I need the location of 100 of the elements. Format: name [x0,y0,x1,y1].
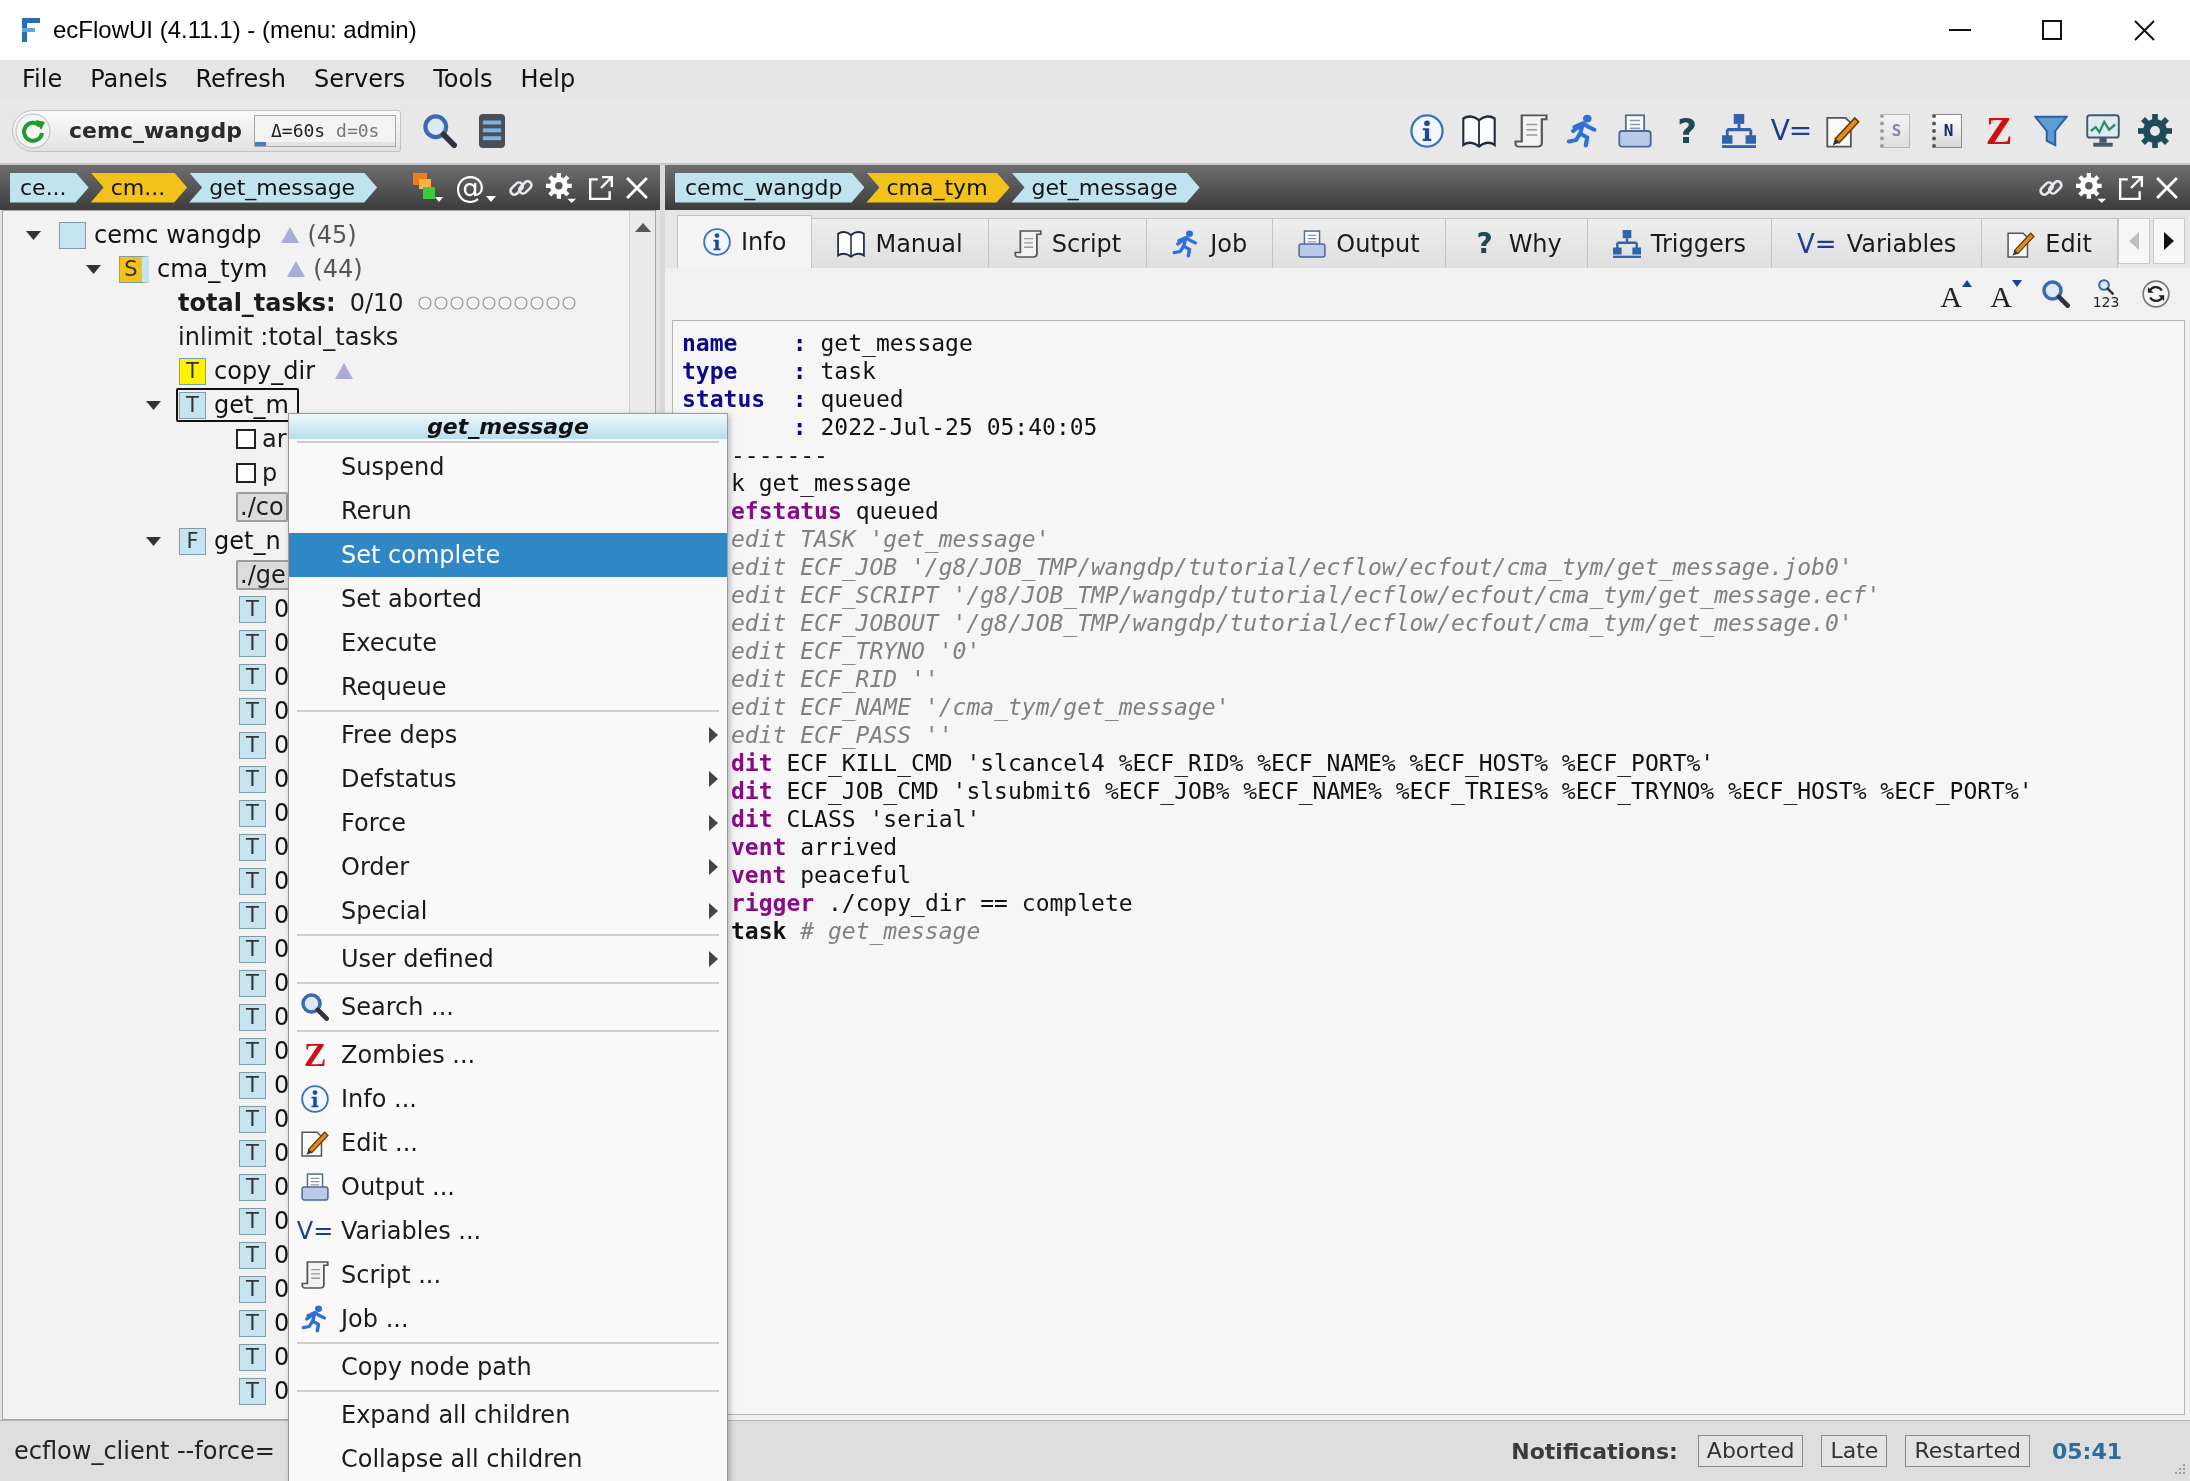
settings-icon [2138,113,2172,148]
dropdown-arrow-icon [486,195,496,202]
breadcrumb[interactable]: ce... [10,172,89,203]
node-type-badge: T [239,629,266,657]
menu-bar-item[interactable]: Refresh [181,62,301,96]
node-name: 0 [274,1275,290,1303]
tab[interactable]: Manual [811,218,989,268]
node-name: 0 [274,1207,290,1235]
variables-button[interactable]: V= [1768,107,1814,154]
event-name[interactable]: p [260,457,280,489]
running-person-icon [301,1305,329,1333]
text-line: vent peaceful [731,861,912,889]
node-name: 0 [274,833,290,861]
tab[interactable]: ? Why [1444,218,1588,268]
text-line: dit CLASS 'serial' [731,805,981,833]
tree-node[interactable]: F get_n [176,524,291,558]
tab[interactable]: Output [1272,218,1446,268]
menu-item[interactable]: Collapse all children [289,1437,727,1481]
trigger-expression[interactable]: ./ge [236,560,290,590]
search-icon [301,993,329,1021]
node-name: get_m [214,391,289,419]
breadcrumb[interactable]: cm... [90,172,188,203]
document-button[interactable]: N [1932,113,1962,148]
printer-icon [1618,113,1652,148]
tab[interactable]: Triggers [1586,218,1773,268]
checkbox[interactable] [236,463,256,483]
text-line: edit ECF_JOB '/g8/JOB_TMP/wangdp/tutorial/ecflow/ecfout/cma_tym/get_message.job0' [731,553,1853,581]
limit-slots-icon [417,296,576,310]
node-type-badge: T [239,595,266,623]
server-tab[interactable]: cemc_wangdp Δ=60s d=0s [12,109,402,152]
notification-button[interactable]: Late [1821,1435,1888,1467]
notification-button[interactable]: Aborted [1697,1435,1804,1467]
node-type-badge: T [179,391,206,419]
trigger-expression[interactable]: ./co [236,492,288,522]
at-menu-button[interactable]: @ [449,167,502,208]
limit-name[interactable]: total_tasks: [176,287,338,319]
window-title: ecFlowUI (4.11.1) - (menu: admin) [53,16,417,44]
menu-item[interactable]: Suspend [289,445,727,489]
tab[interactable]: V= Variables [1771,218,1983,268]
notification-button[interactable]: Restarted [1905,1435,2030,1467]
notifications-label: Notifications: [1511,1438,1678,1464]
book-icon [837,229,866,258]
text-line: edit ECF_TRYNO '0' [731,637,981,665]
scroll-tabs-right-button[interactable] [2153,218,2185,264]
increase-font-button[interactable]: A [1936,274,1976,314]
why-button[interactable]: ? [1664,107,1710,154]
breadcrumb[interactable]: cma_tym [866,172,1010,203]
node-name: copy_dir [214,357,316,385]
node-type-badge: T [239,1207,266,1235]
collapse-arrow-icon[interactable] [145,400,161,410]
clock-time: 05:41 [2051,1438,2122,1464]
maximize-icon [2042,20,2062,40]
tab[interactable]: Edit [1981,218,2118,268]
detach-window-icon [588,174,614,201]
scroll-icon [1013,229,1042,258]
text-line: edit ECF_NAME '/cma_tym/get_message' [731,693,1230,721]
inlimit-label[interactable]: inlimit :total_tasks [176,321,401,353]
breadcrumb[interactable]: get_message [189,172,378,203]
menu-bar-item[interactable]: File [8,62,77,96]
minimize-icon [1949,29,1971,31]
tree-node[interactable]: S cma_tym [116,252,278,286]
collapse-arrow-icon[interactable] [85,264,101,274]
breadcrumb[interactable]: get_message [1011,172,1200,203]
menu-item[interactable]: Set complete [289,533,727,577]
event-name[interactable]: ar [260,423,289,455]
text-line: task # get_message [731,917,981,945]
menu-item[interactable]: Rerun [289,489,727,533]
node-type-badge: T [239,1173,266,1201]
menu-bar-item[interactable]: Panels [76,62,182,96]
tab[interactable]: Info [677,215,813,268]
zombies-button[interactable]: Z [1976,107,2022,154]
collapse-arrow-icon[interactable] [145,536,161,546]
info-icon [703,228,731,256]
hierarchy-icon [1722,113,1756,148]
tree-node[interactable]: cemc wangdp [56,218,272,252]
node-name: 0 [274,1071,290,1099]
close-icon [2156,176,2178,199]
node-type-badge: T [239,833,266,861]
book-icon [1462,113,1496,148]
tab[interactable]: Job [1146,218,1274,268]
decrease-font-button[interactable]: A [1986,274,2026,314]
breadcrumb[interactable]: cemc_wangdp [675,172,865,203]
node-name: cma_tym [157,255,268,283]
text-line: vent arrived [731,833,898,861]
menu-bar-item[interactable]: Servers [300,62,420,96]
tree-node[interactable]: T get_m [176,388,299,422]
node-name: 0 [274,799,290,827]
menu-bar-item[interactable]: Help [506,62,590,96]
node-name: 0 [274,1173,290,1201]
menu-bar-item[interactable]: Tools [419,62,507,96]
collapse-arrow-icon[interactable] [25,230,41,240]
checkbox[interactable] [236,429,256,449]
goto-line-button[interactable]: 123 [2086,274,2126,314]
magnifier-icon [2098,278,2114,295]
text-line: edit ECF_PASS '' [731,721,953,749]
node-name: 0 [274,595,290,623]
tree-node[interactable]: T copy_dir [176,354,326,388]
node-type-badge: T [239,1037,266,1065]
up-triangle-icon [1961,280,1972,287]
tab[interactable]: Script [987,218,1148,268]
